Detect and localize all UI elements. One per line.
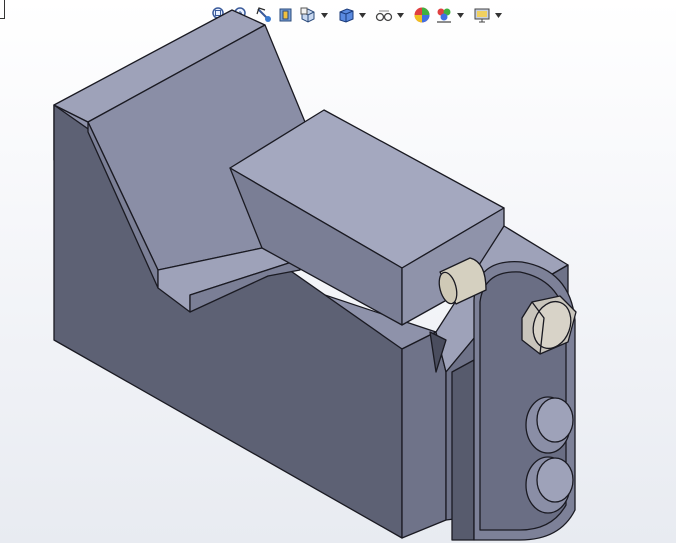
upper-boss-face xyxy=(536,397,574,443)
bracket-slot xyxy=(451,359,475,541)
lower-boss-face xyxy=(536,457,574,503)
3d-model-v-block-clamp[interactable] xyxy=(0,0,676,543)
graphics-area[interactable] xyxy=(0,0,676,543)
